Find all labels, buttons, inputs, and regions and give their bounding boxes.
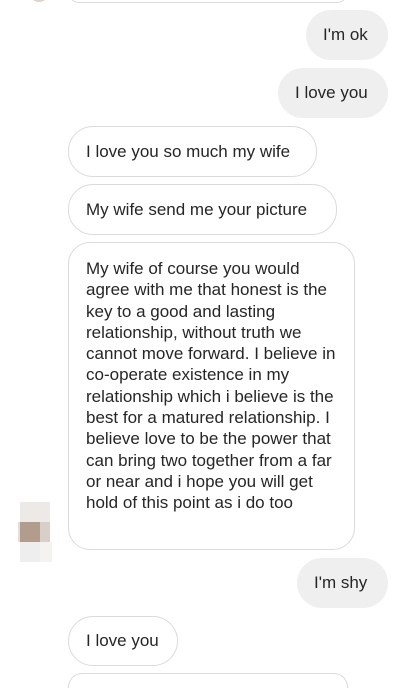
- message-bubble-incoming[interactable]: I love you: [68, 616, 178, 666]
- partial-avatar-icon: [30, 0, 48, 2]
- message-text: I'm ok: [323, 25, 368, 45]
- message-text: I love you: [86, 631, 159, 651]
- blurred-avatar-icon[interactable]: [18, 502, 52, 562]
- message-text: I'm shy: [314, 573, 368, 593]
- message-bubble-outgoing[interactable]: I'm shy: [297, 558, 388, 608]
- partial-message-bubble: [68, 673, 348, 688]
- message-text: My wife of course you would agree with m…: [86, 259, 336, 513]
- message-thread: I'm ok I love you I love you so much my …: [0, 0, 405, 688]
- message-bubble-incoming[interactable]: I love you so much my wife: [68, 126, 317, 177]
- message-bubble-incoming[interactable]: My wife send me your picture: [68, 184, 337, 235]
- message-text: I love you so much my wife: [86, 141, 291, 161]
- message-bubble-incoming-long[interactable]: My wife of course you would agree with m…: [68, 242, 355, 550]
- partial-message-bubble: [68, 0, 348, 3]
- message-text: I love you: [295, 83, 368, 103]
- message-bubble-outgoing[interactable]: I love you: [278, 68, 388, 118]
- message-bubble-outgoing[interactable]: I'm ok: [306, 10, 388, 60]
- message-text: My wife send me your picture: [86, 199, 308, 219]
